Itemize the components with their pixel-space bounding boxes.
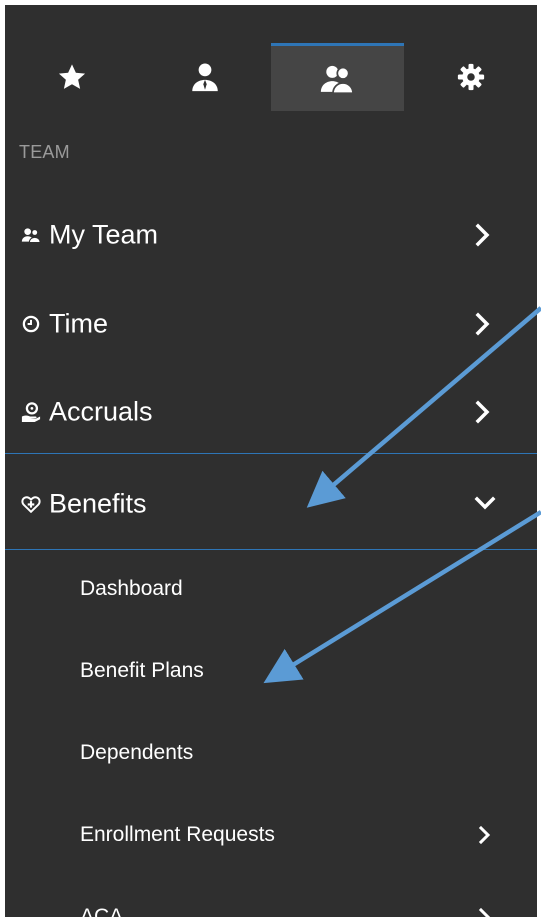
sub-item-label: Dashboard [80,577,183,600]
tab-favorites[interactable] [5,43,138,111]
nav-item-my-team[interactable]: My Team [5,190,537,280]
tab-team[interactable] [271,43,404,111]
nav-item-label: Time [49,308,108,339]
sub-item-dashboard[interactable]: Dashboard [5,548,537,630]
navigation-panel: TEAM My Team Time Accruals Benefits Dash… [5,5,537,917]
tab-settings[interactable] [404,43,537,111]
chevron-right-icon [478,907,491,917]
team-icon [320,65,354,94]
chevron-right-icon [475,400,490,424]
tab-myself[interactable] [138,43,271,111]
sub-item-dependents[interactable]: Dependents [5,712,537,794]
heart-plus-icon [19,492,43,516]
sub-item-label: Enrollment Requests [80,823,275,846]
chevron-right-icon [478,825,491,845]
people-icon [19,223,43,247]
sub-item-label: ACA [80,905,124,917]
divider [5,453,537,454]
section-label-team: TEAM [19,142,70,162]
tab-bar [5,43,537,111]
nav-item-benefits[interactable]: Benefits [5,459,537,549]
hand-coin-icon [19,400,43,424]
chevron-right-icon [475,312,490,336]
sub-item-label: Benefit Plans [80,659,204,682]
sub-item-label: Dependents [80,741,194,764]
nav-item-time[interactable]: Time [5,279,537,369]
sub-item-benefit-plans[interactable]: Benefit Plans [5,630,537,712]
person-icon [191,63,218,92]
nav-item-accruals[interactable]: Accruals [5,367,537,457]
clock-icon [19,312,43,336]
nav-item-label: My Team [49,219,159,250]
chevron-right-icon [475,223,490,247]
sub-item-enrollment-requests[interactable]: Enrollment Requests [5,794,537,876]
gear-icon [457,63,484,91]
nav-item-label: Benefits [49,488,147,519]
nav-item-label: Accruals [49,396,153,427]
chevron-down-icon [474,496,496,510]
star-icon [58,64,85,89]
sub-item-aca[interactable]: ACA [5,876,537,917]
